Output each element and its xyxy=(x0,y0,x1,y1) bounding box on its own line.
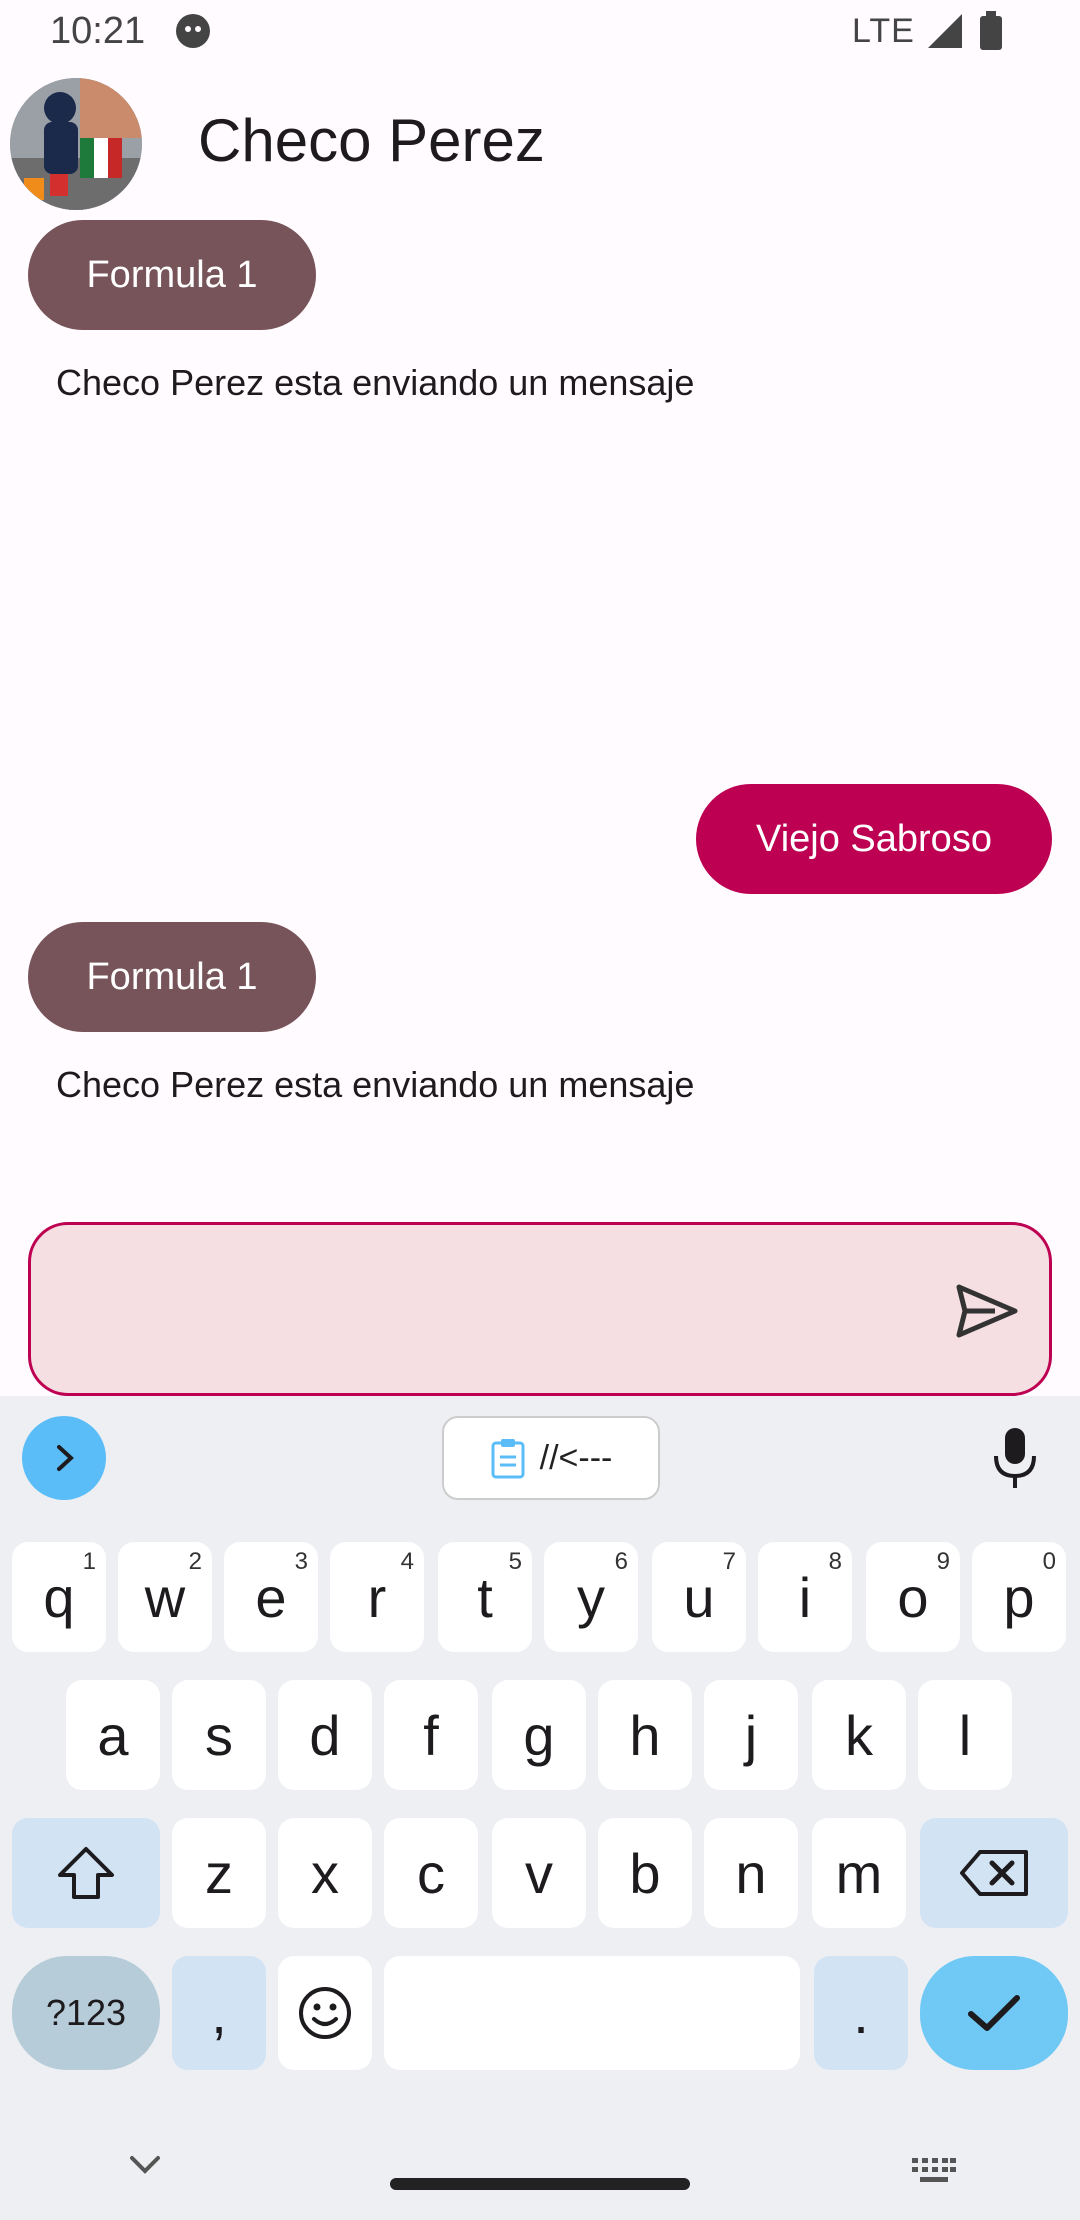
key-h[interactable]: h xyxy=(598,1680,692,1790)
key-b[interactable]: b xyxy=(598,1818,692,1928)
key-a[interactable]: a xyxy=(66,1680,160,1790)
key-o[interactable]: o9 xyxy=(866,1542,960,1652)
status-time: 10:21 xyxy=(50,10,146,52)
key-s[interactable]: s xyxy=(172,1680,266,1790)
key-d[interactable]: d xyxy=(278,1680,372,1790)
expand-toolbar-button[interactable] xyxy=(22,1416,106,1500)
symbols-key[interactable]: ?123 xyxy=(12,1956,160,2070)
contact-avatar[interactable] xyxy=(10,78,142,210)
keyboard-switch-icon[interactable] xyxy=(912,2158,956,2184)
keyboard-toolbar: //<--- xyxy=(0,1396,1080,1526)
key-p[interactable]: p0 xyxy=(972,1542,1066,1652)
incoming-message[interactable]: Formula 1 xyxy=(28,220,316,330)
key-u[interactable]: u7 xyxy=(652,1542,746,1652)
backspace-key[interactable] xyxy=(920,1818,1068,1928)
key-q[interactable]: q1 xyxy=(12,1542,106,1652)
home-indicator[interactable] xyxy=(390,2178,690,2190)
key-y[interactable]: y6 xyxy=(544,1542,638,1652)
shift-icon xyxy=(58,1847,114,1899)
clipboard-text: //<--- xyxy=(539,1438,613,1477)
key-k[interactable]: k xyxy=(812,1680,906,1790)
key-l[interactable]: l xyxy=(918,1680,1012,1790)
key-t[interactable]: t5 xyxy=(438,1542,532,1652)
hide-keyboard-icon[interactable] xyxy=(128,2148,162,2182)
outgoing-message[interactable]: Viejo Sabroso xyxy=(696,784,1052,894)
enter-key[interactable] xyxy=(920,1956,1068,2070)
typing-indicator: Checo Perez esta enviando un mensaje xyxy=(56,362,695,403)
chevron-right-icon xyxy=(57,1445,74,1471)
key-n[interactable]: n xyxy=(704,1818,798,1928)
clipboard-suggestion-chip[interactable]: //<--- xyxy=(442,1416,660,1500)
emoji-key[interactable] xyxy=(278,1956,372,2070)
typing-indicator: Checo Perez esta enviando un mensaje xyxy=(56,1064,695,1105)
key-r[interactable]: r4 xyxy=(330,1542,424,1652)
microphone-icon[interactable] xyxy=(990,1426,1040,1490)
key-v[interactable]: v xyxy=(492,1818,586,1928)
emoji-icon xyxy=(299,1987,351,2039)
app-notification-icon xyxy=(176,14,210,48)
key-z[interactable]: z xyxy=(172,1818,266,1928)
key-c[interactable]: c xyxy=(384,1818,478,1928)
send-icon[interactable] xyxy=(955,1283,1019,1339)
message-list[interactable]: Formula 1 Checo Perez esta enviando un m… xyxy=(0,210,1080,1210)
chat-header: Checo Perez xyxy=(0,70,1080,220)
shift-key[interactable] xyxy=(12,1818,160,1928)
network-type: LTE xyxy=(852,12,915,50)
clipboard-icon xyxy=(491,1439,525,1479)
backspace-icon xyxy=(960,1850,1028,1896)
period-key[interactable]: . xyxy=(814,1956,908,2070)
contact-name: Checo Perez xyxy=(198,107,545,174)
key-j[interactable]: j xyxy=(704,1680,798,1790)
key-w[interactable]: w2 xyxy=(118,1542,212,1652)
key-m[interactable]: m xyxy=(812,1818,906,1928)
soft-keyboard: //<--- q1 w2 e3 r4 t5 y6 u7 i8 o9 p0 a s… xyxy=(0,1396,1080,2220)
battery-icon xyxy=(980,11,1002,50)
message-input[interactable] xyxy=(28,1222,1052,1396)
key-x[interactable]: x xyxy=(278,1818,372,1928)
key-g[interactable]: g xyxy=(492,1680,586,1790)
comma-key[interactable]: , xyxy=(172,1956,266,2070)
key-e[interactable]: e3 xyxy=(224,1542,318,1652)
incoming-message[interactable]: Formula 1 xyxy=(28,922,316,1032)
space-bar[interactable] xyxy=(384,1956,800,2070)
signal-icon xyxy=(928,14,962,48)
status-bar: 10:21 LTE xyxy=(0,0,1080,66)
key-f[interactable]: f xyxy=(384,1680,478,1790)
check-icon xyxy=(968,1995,1020,2031)
key-i[interactable]: i8 xyxy=(758,1542,852,1652)
